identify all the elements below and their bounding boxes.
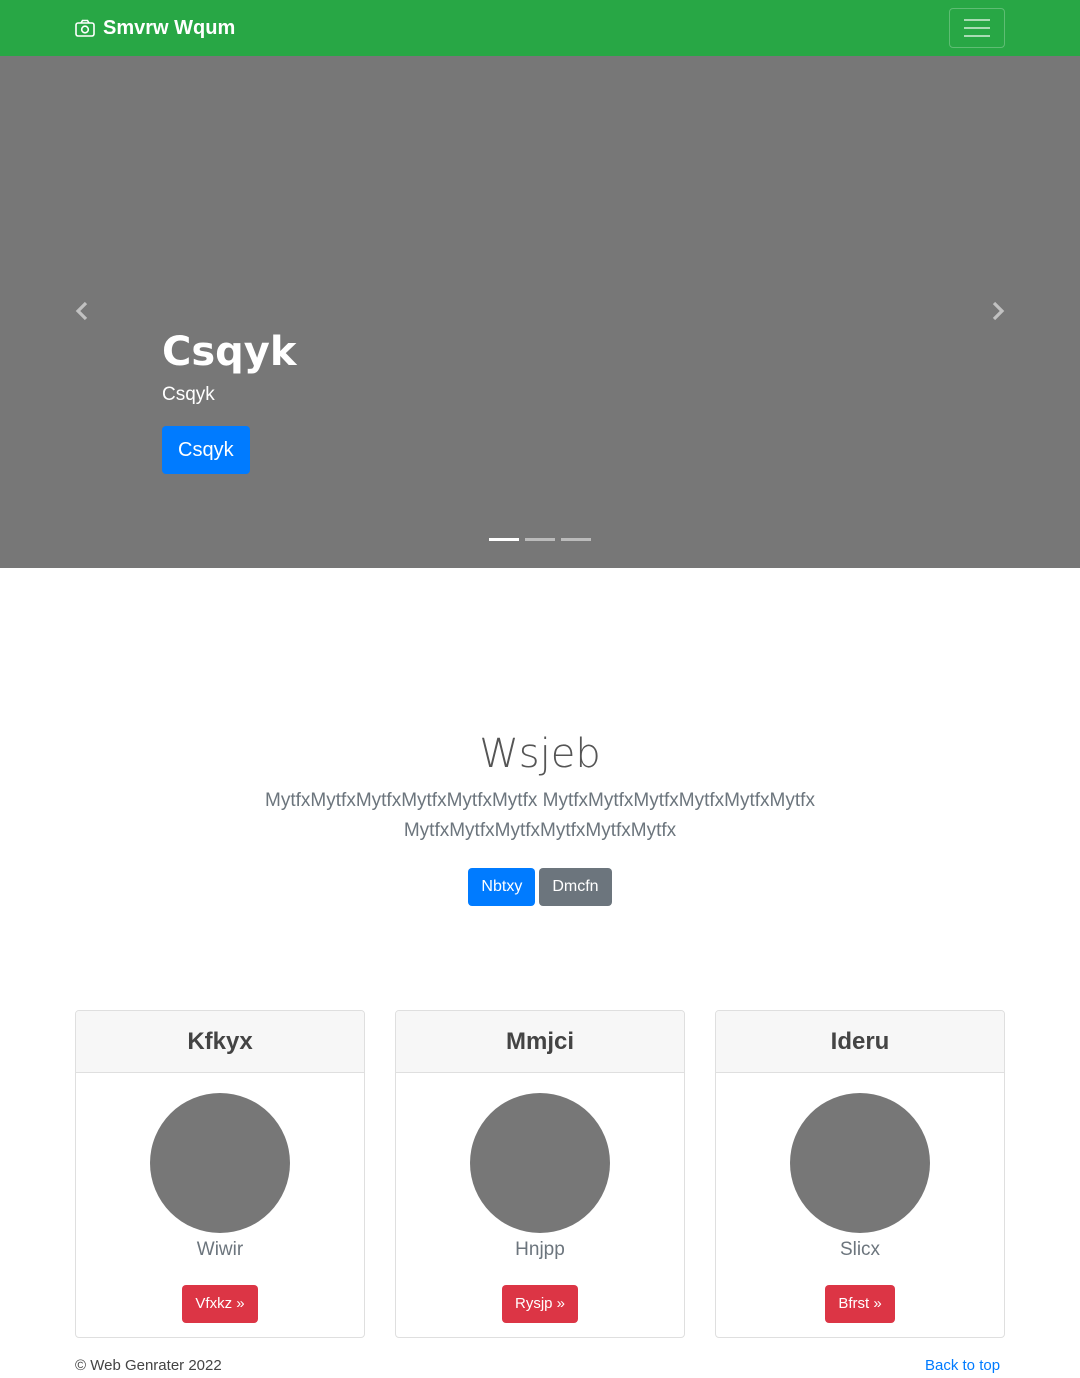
card-2: Mmjci Hnjpp Rysjp » — [395, 1010, 685, 1338]
card-title: Mmjci — [396, 1011, 684, 1073]
hero-cta-button[interactable]: Csqyk — [162, 426, 250, 474]
card-1: Kfkyx Wiwir Vfxkz » — [75, 1010, 365, 1338]
brand-name: Smvrw Wqum — [103, 16, 236, 39]
navbar-toggler-button[interactable] — [949, 8, 1005, 48]
hamburger-icon — [964, 19, 990, 37]
chevron-right-icon — [992, 301, 1005, 321]
brand-link[interactable]: Smvrw Wqum — [75, 0, 235, 56]
camera-icon — [75, 19, 95, 37]
carousel-indicators — [489, 538, 591, 541]
section-title: Wsjeb — [479, 731, 601, 777]
card-button[interactable]: Vfxkz » — [182, 1285, 258, 1323]
navbar: Smvrw Wqum — [0, 0, 1080, 56]
card-3: Ideru Slicx Bfrst » — [715, 1010, 1005, 1338]
back-to-top-link[interactable]: Back to top — [925, 1356, 1000, 1376]
carousel-prev-button[interactable] — [67, 296, 97, 326]
chevron-left-icon — [75, 301, 88, 321]
card-button[interactable]: Rysjp » — [501, 1285, 579, 1323]
footer-copyright: © Web Genrater 2022 — [75, 1357, 222, 1374]
section-buttons: Nbtxy Dmcfn — [0, 868, 1080, 906]
card-image-placeholder — [470, 1093, 610, 1233]
secondary-button[interactable]: Dmcfn — [539, 868, 612, 906]
card-button[interactable]: Bfrst » — [825, 1285, 895, 1323]
card-title: Kfkyx — [76, 1011, 364, 1073]
card-image-placeholder — [150, 1093, 290, 1233]
hero-title: Csqyk — [162, 329, 297, 375]
hero-subtitle: Csqyk — [162, 384, 215, 405]
card-image-placeholder — [790, 1093, 930, 1233]
carousel-indicator-1[interactable] — [489, 538, 519, 541]
card-title: Ideru — [716, 1011, 1004, 1073]
hero-carousel: Csqyk Csqyk Csqyk — [0, 56, 1080, 568]
carousel-caption: Csqyk Csqyk Csqyk — [162, 328, 296, 474]
carousel-next-button[interactable] — [983, 296, 1013, 326]
carousel-indicator-3[interactable] — [561, 538, 591, 541]
carousel-indicator-2[interactable] — [525, 538, 555, 541]
card-text: Hnjpp — [515, 1239, 565, 1260]
primary-button[interactable]: Nbtxy — [468, 868, 536, 906]
card-text: Slicx — [839, 1239, 881, 1260]
card-text: Wiwir — [196, 1239, 244, 1260]
section-lead-text: MytfxMytfxMytfxMytfxMytfxMytfx MytfxMytf… — [265, 790, 815, 841]
